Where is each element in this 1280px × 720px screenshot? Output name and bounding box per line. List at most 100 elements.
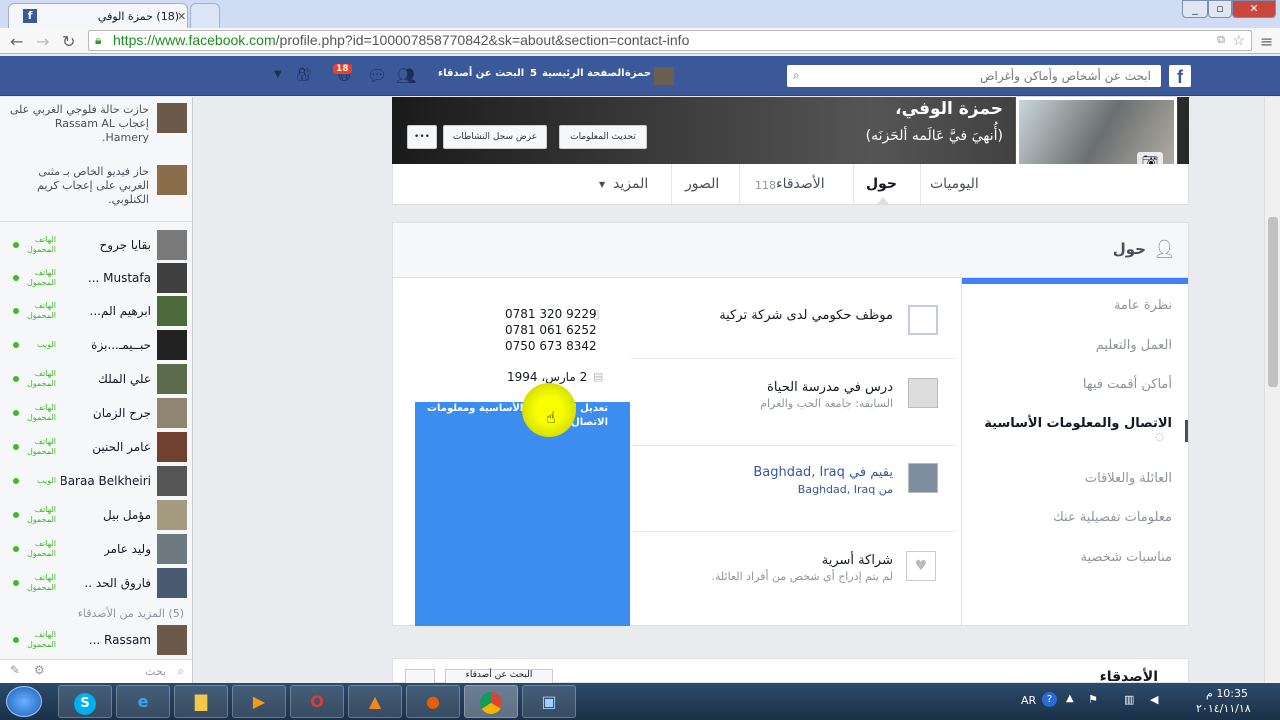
nav-places-lived[interactable]: أماكن أقمت فيها <box>1083 377 1172 392</box>
new-tab-button[interactable] <box>190 3 220 28</box>
current-city[interactable]: يقيم في Baghdad, Iraq <box>633 465 893 480</box>
friend-name: علي الملك <box>98 372 151 386</box>
profile-name[interactable]: حمزة الوفي، <box>880 99 1003 119</box>
tab-friends[interactable]: الأصدقاء <box>776 176 825 192</box>
tab-more[interactable]: المزيد <box>613 176 648 192</box>
facebook-logo-icon[interactable]: f <box>1169 65 1191 87</box>
chat-friend[interactable]: ابرهيم الم... الهاتف المحمول <box>5 296 187 326</box>
nav-life-events[interactable]: مناسبات شخصية <box>1081 550 1172 565</box>
media-player-taskbar-icon[interactable]: ▶ <box>232 685 286 718</box>
skype-taskbar-icon[interactable]: S <box>58 685 112 718</box>
file-explorer-taskbar-icon[interactable]: ▇ <box>174 685 228 718</box>
chat-friend[interactable]: وليد عامر الهاتف المحمول <box>5 534 187 564</box>
search-icon[interactable]: ⌕ <box>793 68 800 83</box>
chat-friend[interactable]: Baraa Belkheiri الويب <box>5 466 187 496</box>
browser-tab-active[interactable]: (18) حمزة الوفي f ✕ <box>8 3 188 28</box>
divider <box>631 531 956 532</box>
nav-profile-link[interactable]: حمزة <box>625 68 651 79</box>
internet-explorer-taskbar-icon[interactable]: e <box>116 685 170 718</box>
facebook-favicon-icon: f <box>23 9 37 23</box>
forward-icon[interactable]: → <box>36 32 49 51</box>
nav-contact-basic-info[interactable]: الاتصال والمعلومات الأساسية <box>984 416 1172 431</box>
ticker-story[interactable]: حاز فيديو الخاص بـ مثنى الغربي على إعجاب… <box>5 165 187 207</box>
close-tab-icon[interactable]: ✕ <box>177 10 186 23</box>
profile-avatar[interactable] <box>654 67 674 85</box>
birthday: 2 مارس، 1994 <box>507 370 588 384</box>
chat-friend[interactable]: بقايا جروح الهاتف المحمول <box>5 230 187 260</box>
friend-name: جرح الزمان <box>92 406 151 420</box>
update-info-button[interactable]: تحديث المعلومات <box>559 125 647 149</box>
tab-about[interactable]: حول <box>866 176 897 192</box>
education-sub: السابقة: جامعة الحب والغرام <box>760 397 893 410</box>
translate-icon[interactable]: ⧉ <box>1217 31 1225 50</box>
messages-icon[interactable]: 💬︎ <box>367 66 387 85</box>
chat-friend[interactable]: علي الملك الهاتف المحمول <box>5 364 187 394</box>
chat-friend[interactable]: جرح الزمان الهاتف المحمول <box>5 398 187 428</box>
chat-friend[interactable]: حبــيمـ...بزة الويب <box>5 330 187 360</box>
more-options-button[interactable]: ••• <box>407 125 437 149</box>
tab-photos[interactable]: الصور <box>685 176 719 192</box>
chat-friend[interactable]: مؤمل بيل الهاتف المحمول <box>5 500 187 530</box>
paint-taskbar-icon[interactable]: ▣ <box>522 685 576 718</box>
activity-log-button[interactable]: عرض سجل النشاطات <box>443 125 547 149</box>
nav-work-education[interactable]: العمل والتعليم <box>1096 338 1172 353</box>
gear-icon[interactable]: ⚙ <box>34 663 45 677</box>
clock-time[interactable]: 10:35 م <box>1206 687 1248 700</box>
reload-icon[interactable]: ↻ <box>62 32 75 51</box>
ticker-story[interactable]: حازت حالة فلوجي الغربي على إعجاب Rassam … <box>5 103 187 145</box>
star-icon[interactable]: ☆ <box>1232 31 1245 50</box>
nav-home-link[interactable]: الصفحة الرئيسية <box>542 68 625 79</box>
online-dot-icon <box>13 376 19 382</box>
chevron-down-icon[interactable]: ▼ <box>599 180 605 189</box>
edit-contact-info-link[interactable]: تعديل المعلومات الأساسية ومعلومات الاتصا… <box>418 402 608 430</box>
close-window-button[interactable]: ✕ <box>1232 0 1276 18</box>
more-friends-link[interactable]: (5) المزيد من الأصدقاء <box>78 607 184 620</box>
address-bar[interactable]: 🔒︎ https://www.facebook.com/profile.php?… <box>88 30 1252 51</box>
tray-arrow-icon[interactable]: ▲ <box>1066 693 1074 704</box>
avatar <box>157 534 187 564</box>
privacy-shortcuts-icon[interactable]: 🔐︎ <box>296 68 313 83</box>
city-icon <box>908 463 938 493</box>
minimize-button[interactable]: _ <box>1182 0 1208 18</box>
nav-overview[interactable]: نظرة عامة <box>1114 298 1172 313</box>
nav-family-relationships[interactable]: العائلة والعلاقات <box>1085 471 1172 486</box>
chat-search-box[interactable]: ⌕ بحث ⚙ ✎ <box>0 659 192 683</box>
account-menu-chevron-icon[interactable]: ▼ <box>274 69 282 80</box>
volume-icon[interactable]: ◀ <box>1150 693 1158 706</box>
language-indicator[interactable]: AR <box>1021 694 1036 707</box>
menu-icon[interactable]: ≡ <box>1260 32 1273 51</box>
back-icon[interactable]: ← <box>10 32 23 51</box>
compose-icon[interactable]: ✎ <box>10 663 20 677</box>
chat-friend[interactable]: فاروق الحد .. الهاتف المحمول <box>5 568 187 598</box>
maximize-button[interactable]: ▫ <box>1208 0 1232 18</box>
network-icon[interactable]: ▥ <box>1124 693 1134 706</box>
vlc-taskbar-icon[interactable]: ▲ <box>348 685 402 718</box>
clock-date[interactable]: ٢٠١٤/١١/١٨ <box>1196 702 1251 715</box>
about-nav: نظرة عامة العمل والتعليم أماكن أقمت فيها… <box>961 278 1188 626</box>
search-input[interactable]: ابحث عن أشخاص وأماكن وأغراض <box>787 65 1161 87</box>
opera-taskbar-icon[interactable]: O <box>290 685 344 718</box>
tab-timeline[interactable]: اليوميات <box>930 176 979 192</box>
education-item[interactable]: درس في مدرسة الحياة <box>633 380 893 395</box>
online-dot-icon <box>13 410 19 416</box>
friend-requests-icon[interactable]: 👥︎ <box>396 66 416 85</box>
work-item[interactable]: موظف حكومي لدى شركة تركية <box>633 308 893 323</box>
help-icon[interactable]: ? <box>1042 692 1057 707</box>
hometown[interactable]: من Baghdad, Iraq <box>633 483 893 496</box>
chrome-taskbar-icon[interactable] <box>464 685 518 718</box>
chat-friend[interactable]: عامر الحنين الهاتف المحمول <box>5 432 187 462</box>
firefox-taskbar-icon[interactable]: ● <box>406 685 460 718</box>
nav-details-about[interactable]: معلومات تفصيلية عنك <box>1053 510 1172 525</box>
edit-contact-highlight-overlay[interactable] <box>415 402 630 626</box>
page-scrollbar[interactable] <box>1264 97 1280 683</box>
notifications-badge: 18 <box>333 64 352 74</box>
scrollbar-thumb[interactable] <box>1268 217 1278 387</box>
nav-find-friends-link[interactable]: البحث عن أصدقاء <box>438 68 524 79</box>
friend-status: الويب <box>37 476 56 485</box>
flag-icon[interactable]: ⚑ <box>1088 693 1098 706</box>
chat-friend[interactable]: Mustafa ... الهاتف المحمول <box>5 263 187 293</box>
chat-friend[interactable]: Rassam ... الهاتف المحمول <box>5 625 187 655</box>
divider <box>671 164 672 204</box>
chat-search-placeholder: بحث <box>145 665 166 678</box>
start-button[interactable] <box>6 686 42 717</box>
